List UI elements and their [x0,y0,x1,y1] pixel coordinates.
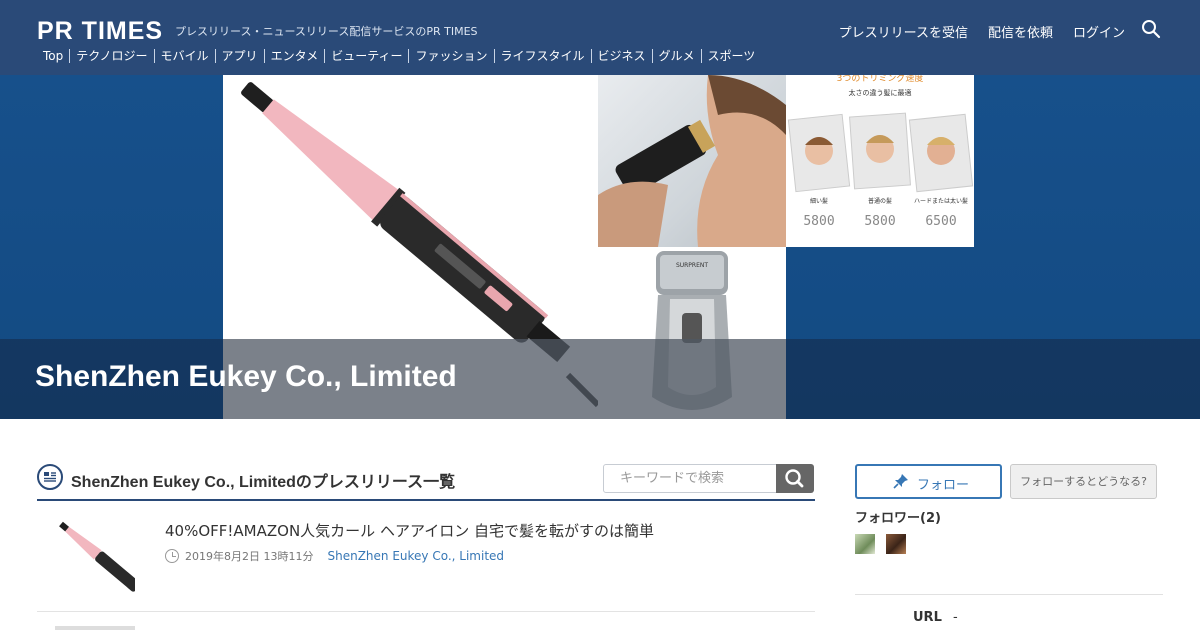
shaver-brand: SURPRENT [676,262,708,269]
followers-count: フォロワー(2) [855,511,941,526]
category-top[interactable]: Top [38,49,69,63]
speed-normal: 5800 [864,214,895,229]
next-release-thumbnail[interactable] [55,626,135,630]
receive-releases-link[interactable]: プレスリリースを受信 [839,22,968,41]
category-mobile[interactable]: モバイル [153,49,215,63]
release-title-link[interactable]: 40%OFF!AMAZON人気カール ヘアアイロン 自宅で髪を転がすのは簡単 [165,520,654,541]
release-list-header: ShenZhen Eukey Co., Limitedのプレスリリース一覧 [37,463,815,501]
hair-clipper-photo [598,75,786,247]
release-date: 2019年8月2日 13時11分 [185,550,314,563]
site-tagline: プレスリリース・ニュースリリース配信サービスのPR TIMES [175,25,478,38]
follower-avatar[interactable] [886,534,906,554]
search-icon[interactable] [1141,19,1161,39]
release-company-link[interactable]: ShenZhen Eukey Co., Limited [327,549,504,563]
speed-thick: 6500 [925,214,956,229]
login-link[interactable]: ログイン [1073,22,1125,41]
release-meta: 2019年8月2日 13時11分 ShenZhen Eukey Co., Lim… [165,548,504,564]
category-gourmet[interactable]: グルメ [651,49,701,63]
trim-sub-text: 太さの違う髪に最適 [849,88,912,97]
trim-heading-text: 3つのトリミング速度 [837,75,924,84]
follower-avatar[interactable] [855,534,875,554]
label-thin: 細い髪 [810,197,828,205]
category-app[interactable]: アプリ [214,49,264,63]
speed-thin: 5800 [803,214,834,229]
trimming-speed-chart: 3つのトリミング速度 太さの違う髪に最適 細い髪 普通の髪 ハードまたは太い髪 … [786,75,974,247]
clock-icon [165,549,179,563]
url-value: - [953,610,958,625]
url-label: URL [913,610,942,625]
category-lifestyle[interactable]: ライフスタイル [493,49,591,63]
site-header: PR TIMES プレスリリース・ニュースリリース配信サービスのPR TIMES… [0,0,1200,75]
newspaper-icon [37,464,63,490]
release-list-item[interactable]: 40%OFF!AMAZON人気カール ヘアアイロン 自宅で髪を転がすのは簡単 2… [37,514,815,612]
sidebar-divider [855,594,1163,595]
label-normal: 普通の髪 [868,197,892,205]
prtimes-logo[interactable]: PR TIMES [37,17,163,46]
search-icon [785,469,804,488]
company-hero: 3つのトリミング速度 太さの違う髪に最適 細い髪 普通の髪 ハードまたは太い髪 … [0,75,1200,419]
follow-button[interactable]: フォロー [855,464,1002,499]
category-nav: Top テクノロジー モバイル アプリ エンタメ ビューティー ファッション ラ… [38,49,761,63]
company-name-title: ShenZhen Eukey Co., Limited [35,360,457,393]
category-technology[interactable]: テクノロジー [69,49,153,63]
request-distribution-link[interactable]: 配信を依頼 [988,22,1053,41]
header-nav: プレスリリースを受信 配信を依頼 ログイン [839,22,1125,41]
follow-help-button[interactable]: フォローするとどうなる? [1010,464,1157,499]
category-beauty[interactable]: ビューティー [324,49,408,63]
category-fashion[interactable]: ファッション [408,49,493,63]
keyword-search-button[interactable] [776,464,814,493]
category-entertainment[interactable]: エンタメ [263,49,325,63]
label-thick: ハードまたは太い髪 [914,197,968,205]
keyword-search-input[interactable] [603,464,777,493]
thumbtack-icon [893,473,909,489]
category-sports[interactable]: スポーツ [700,49,762,63]
follow-label: フォロー [917,478,970,493]
category-business[interactable]: ビジネス [590,49,652,63]
release-list-title: ShenZhen Eukey Co., Limitedのプレスリリース一覧 [71,474,456,491]
release-thumbnail[interactable] [55,518,135,596]
